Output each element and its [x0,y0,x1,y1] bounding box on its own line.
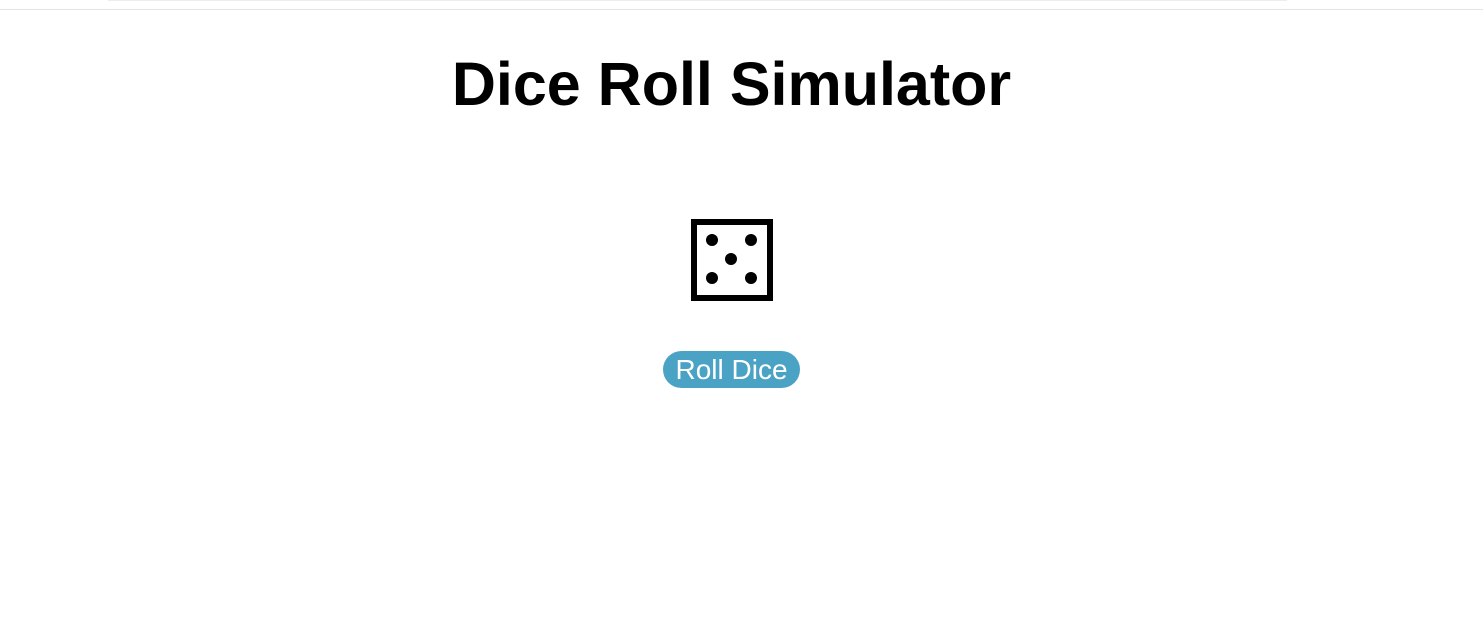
die-pip-center [725,253,737,265]
die-face-5-icon [691,219,773,301]
page-title: Dice Roll Simulator [451,50,1012,118]
top-divider-line [108,0,1287,1]
die-pip-bottom-right [745,272,757,284]
die-pip-top-left [706,234,718,246]
die-pip-top-right [745,234,757,246]
die-pip-bottom-left [706,272,718,284]
roll-dice-button[interactable]: Roll Dice [663,351,800,388]
top-divider [0,0,1483,10]
die-display [691,219,773,301]
